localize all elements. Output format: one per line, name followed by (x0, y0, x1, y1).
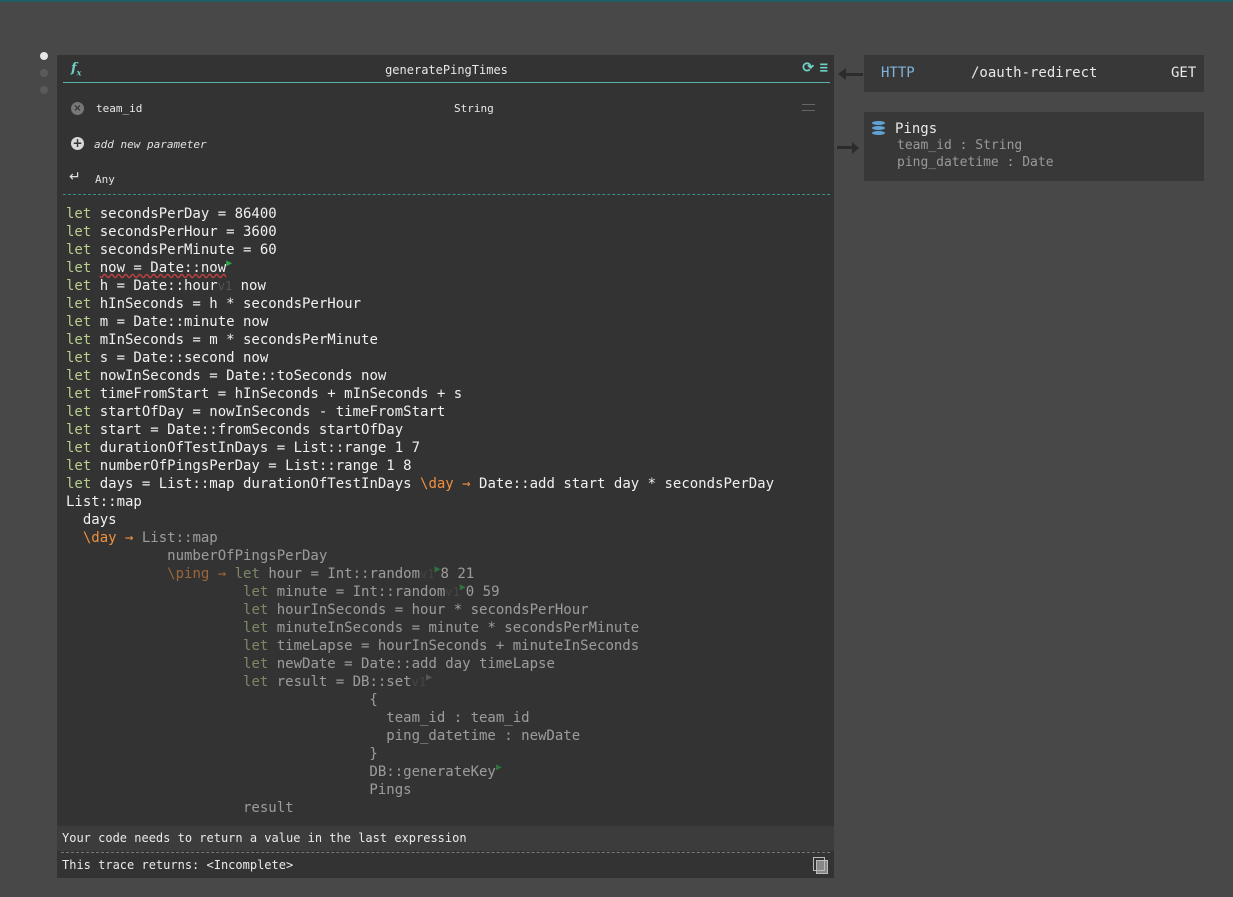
database-name[interactable]: Pings (895, 121, 937, 137)
error-message: Your code needs to return a value in the… (57, 826, 834, 851)
code-line[interactable]: let s = Date::second now (66, 349, 774, 367)
function-header: fx generatePingTimes ⟳ ≡ (63, 55, 830, 83)
code-line[interactable]: numberOfPingsPerDay (66, 547, 774, 565)
code-line[interactable]: \ping → let hour = Int::randomv1▶8 21 (66, 564, 774, 583)
drag-handle-icon[interactable] (802, 104, 815, 111)
code-line[interactable]: { (66, 691, 774, 709)
canvas-dots (40, 52, 50, 103)
code-line[interactable]: let secondsPerDay = 86400 (66, 205, 774, 223)
arrow-right-icon (852, 142, 859, 154)
database-field: team_id : String (897, 138, 1023, 153)
http-verb[interactable]: GET (1171, 65, 1196, 81)
code-line[interactable]: let timeLapse = hourInSeconds + minuteIn… (66, 637, 774, 655)
database-icon (872, 121, 885, 135)
code-line[interactable]: let h = Date::hourv1 now (66, 277, 774, 295)
code-line[interactable]: List::map (66, 493, 774, 511)
code-line[interactable]: let timeFromStart = hInSeconds + mInSeco… (66, 385, 774, 403)
code-line[interactable]: let now = Date::now▶ (66, 258, 774, 277)
trace-separator (61, 852, 830, 853)
code-line[interactable]: let minute = Int::randomv1▶0 59 (66, 582, 774, 601)
code-line[interactable]: let numberOfPingsPerDay = List::range 1 … (66, 457, 774, 475)
code-body[interactable]: let secondsPerDay = 86400 let secondsPerH… (66, 205, 774, 817)
code-line[interactable]: let secondsPerMinute = 60 (66, 241, 774, 259)
code-line[interactable]: let durationOfTestInDays = List::range 1… (66, 439, 774, 457)
trace-result: This trace returns: <Incomplete> (62, 858, 294, 872)
remove-parameter-icon[interactable]: × (71, 102, 84, 115)
code-line[interactable]: } (66, 745, 774, 763)
database-table[interactable]: Pings team_id : String ping_datetime : D… (864, 112, 1204, 181)
code-line[interactable]: let hourInSeconds = hour * secondsPerHou… (66, 601, 774, 619)
plus-icon: + (71, 136, 84, 150)
code-line[interactable]: let start = Date::fromSeconds startOfDay (66, 421, 774, 439)
code-line[interactable]: let hInSeconds = h * secondsPerHour (66, 295, 774, 313)
code-line[interactable]: let secondsPerHour = 3600 (66, 223, 774, 241)
code-line[interactable]: days (66, 511, 774, 529)
code-line[interactable]: let minuteInSeconds = minute * secondsPe… (66, 619, 774, 637)
arrow-left-icon (838, 68, 846, 80)
code-line[interactable]: DB::generateKey▶ (66, 762, 774, 781)
code-line[interactable]: let result = DB::setv1▶ (66, 672, 774, 691)
header-separator (63, 194, 830, 195)
code-line[interactable]: let startOfDay = nowInSeconds - timeFrom… (66, 403, 774, 421)
code-line[interactable]: Pings (66, 781, 774, 799)
top-accent-line (0, 0, 1233, 2)
function-editor: fx generatePingTimes ⟳ ≡ × team_id Strin… (57, 55, 834, 878)
code-line[interactable]: let mInSeconds = m * secondsPerMinute (66, 331, 774, 349)
code-line[interactable]: let days = List::map durationOfTestInDay… (66, 475, 774, 493)
add-parameter-label: add new parameter (94, 138, 207, 151)
return-type[interactable]: Any (95, 173, 115, 186)
return-arrow-icon: ↵ (69, 169, 81, 185)
canvas-dot[interactable] (40, 86, 48, 94)
parameter-name[interactable]: team_id (96, 102, 142, 115)
parameter-type[interactable]: String (454, 102, 494, 115)
code-line[interactable]: \day → List::map (66, 529, 774, 547)
parameter-row: × team_id String (71, 101, 821, 117)
canvas-dot[interactable] (40, 52, 48, 60)
canvas-dot[interactable] (40, 69, 48, 77)
http-label: HTTP (881, 65, 915, 81)
menu-icon[interactable]: ≡ (820, 60, 828, 76)
http-path[interactable]: /oauth-redirect (971, 65, 1097, 81)
code-line[interactable]: let nowInSeconds = Date::toSeconds now (66, 367, 774, 385)
code-line[interactable]: let m = Date::minute now (66, 313, 774, 331)
refresh-icon[interactable]: ⟳ (802, 60, 814, 76)
copy-icon[interactable] (813, 857, 828, 874)
database-field: ping_datetime : Date (897, 155, 1054, 170)
function-name[interactable]: generatePingTimes (63, 63, 830, 77)
code-line[interactable]: ping_datetime : newDate (66, 727, 774, 745)
http-connector (843, 73, 863, 76)
code-line[interactable]: team_id : team_id (66, 709, 774, 727)
code-line[interactable]: result (66, 799, 774, 817)
code-line[interactable]: let newDate = Date::add day timeLapse (66, 655, 774, 673)
execute-icon[interactable]: ▶ (226, 258, 232, 269)
http-handler[interactable]: HTTP /oauth-redirect GET (864, 55, 1204, 92)
